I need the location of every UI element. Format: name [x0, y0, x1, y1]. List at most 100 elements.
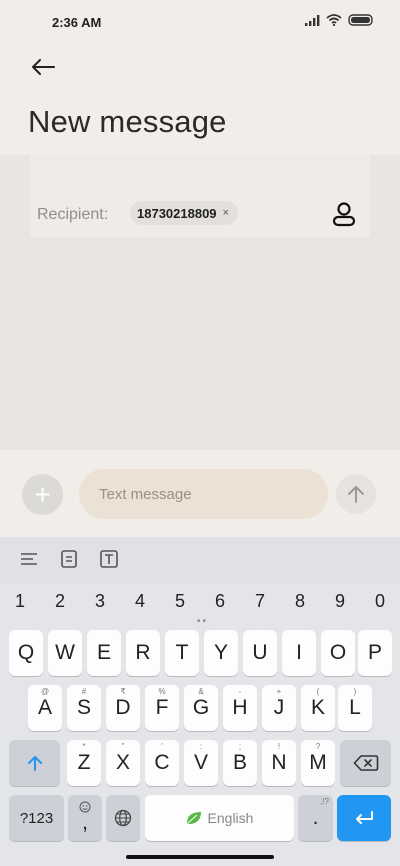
status-bar: 2:36 AM	[0, 0, 400, 44]
key-b[interactable]: ; B	[223, 740, 257, 786]
home-indicator[interactable]	[126, 855, 274, 859]
send-button[interactable]	[336, 474, 376, 514]
key-hint: &	[198, 687, 204, 696]
key-a[interactable]: @ A	[28, 685, 62, 731]
key-o[interactable]: O	[321, 630, 355, 676]
enter-icon	[356, 811, 373, 824]
battery-icon	[348, 14, 373, 26]
number-key-8[interactable]: 8	[280, 591, 320, 612]
recipient-label: Recipient:	[37, 206, 109, 223]
key-hint: +	[276, 687, 282, 696]
period-label: .	[312, 806, 319, 829]
key-hint: ₹	[120, 687, 126, 696]
key-label: J	[273, 696, 285, 719]
key-label: G	[192, 696, 210, 719]
recipient-chip-number: 18730218809	[137, 205, 217, 221]
shift-arrow-icon	[27, 756, 42, 771]
key-l[interactable]: ) L	[338, 685, 372, 731]
key-hint: #	[81, 687, 87, 696]
key-e[interactable]: E	[87, 630, 121, 676]
plus-icon: +	[34, 478, 51, 510]
shift-key[interactable]	[9, 740, 60, 786]
page-indicator-dots: ••	[197, 616, 209, 627]
key-hint: -	[238, 687, 242, 696]
key-r[interactable]: R	[126, 630, 160, 676]
key-hint: ;	[238, 742, 242, 751]
key-v[interactable]: :V	[184, 740, 218, 786]
person-icon	[332, 202, 356, 227]
number-key-1[interactable]: 1	[0, 591, 40, 612]
key-z[interactable]: * Z	[67, 740, 101, 786]
status-time: 2:36 AM	[52, 15, 102, 30]
text-format-icon[interactable]	[99, 549, 119, 569]
enter-key[interactable]	[337, 795, 391, 841]
space-key[interactable]: English	[145, 795, 294, 841]
key-label: M	[309, 751, 327, 774]
key-label: X	[115, 751, 130, 774]
key-hint: )	[353, 687, 357, 696]
key-q[interactable]: Q	[9, 630, 43, 676]
number-key-3[interactable]: 3	[80, 591, 120, 612]
comma-label: ,	[82, 811, 88, 834]
key-label: B	[232, 751, 247, 774]
menu-lines-icon[interactable]	[19, 549, 39, 569]
number-key-2[interactable]: 2	[40, 591, 80, 612]
key-s[interactable]: # S	[67, 685, 101, 731]
key-hint: ?	[315, 742, 321, 751]
key-label: C	[154, 751, 170, 774]
key-label: D	[115, 696, 131, 719]
language-key[interactable]	[106, 795, 140, 841]
key-g[interactable]: & G	[184, 685, 218, 731]
backspace-icon	[353, 755, 378, 771]
key-hint: *	[82, 742, 86, 751]
key-i[interactable]: I	[282, 630, 316, 676]
number-key-0[interactable]: 0	[360, 591, 400, 612]
wifi-icon	[326, 14, 342, 26]
key-label: N	[271, 751, 287, 774]
key-label: V	[193, 751, 208, 774]
space-key-label: English	[207, 810, 254, 826]
emoji-icon	[79, 801, 91, 813]
key-w[interactable]: W	[48, 630, 82, 676]
remove-recipient-button[interactable]: ×	[223, 207, 229, 219]
number-key-5[interactable]: 5	[160, 591, 200, 612]
recipient-chip[interactable]: 18730218809 ×	[130, 201, 238, 225]
emoji-comma-key[interactable]: ,	[68, 795, 102, 841]
key-d[interactable]: ₹ D	[106, 685, 140, 731]
key-f[interactable]: % F	[145, 685, 179, 731]
number-key-4[interactable]: 4	[120, 591, 160, 612]
page-title: New message	[28, 104, 227, 139]
key-k[interactable]: (K	[301, 685, 335, 731]
add-contact-button[interactable]	[330, 200, 358, 228]
key-j[interactable]: + J	[262, 685, 296, 731]
number-key-9[interactable]: 9	[320, 591, 360, 612]
key-t[interactable]: T	[165, 630, 199, 676]
key-hint: !	[277, 742, 281, 751]
message-input[interactable]: Text message	[79, 469, 328, 519]
key-hint: ,!?	[320, 797, 329, 806]
key-hint: "	[121, 742, 125, 751]
period-key[interactable]: ,!? .	[298, 795, 333, 841]
key-n[interactable]: ! N	[262, 740, 296, 786]
key-label: Z	[77, 751, 91, 774]
backspace-key[interactable]	[340, 740, 391, 786]
key-p[interactable]: P	[358, 630, 392, 676]
back-button[interactable]	[28, 52, 58, 82]
leaf-icon	[186, 812, 201, 824]
key-c[interactable]: ' C	[145, 740, 179, 786]
clipboard-icon[interactable]	[59, 549, 79, 569]
key-hint: (	[316, 687, 320, 696]
signal-icon	[305, 14, 320, 26]
key-y[interactable]: Y	[204, 630, 238, 676]
attach-button[interactable]: +	[22, 474, 63, 515]
globe-icon	[114, 809, 132, 827]
number-key-6[interactable]: 6	[200, 591, 240, 612]
symbols-key[interactable]: ?123	[9, 795, 64, 841]
key-x[interactable]: " X	[106, 740, 140, 786]
key-h[interactable]: -H	[223, 685, 257, 731]
key-m[interactable]: ? M	[301, 740, 335, 786]
number-key-7[interactable]: 7	[240, 591, 280, 612]
key-u[interactable]: U	[243, 630, 277, 676]
status-icons	[305, 14, 374, 26]
key-hint: '	[161, 742, 163, 751]
